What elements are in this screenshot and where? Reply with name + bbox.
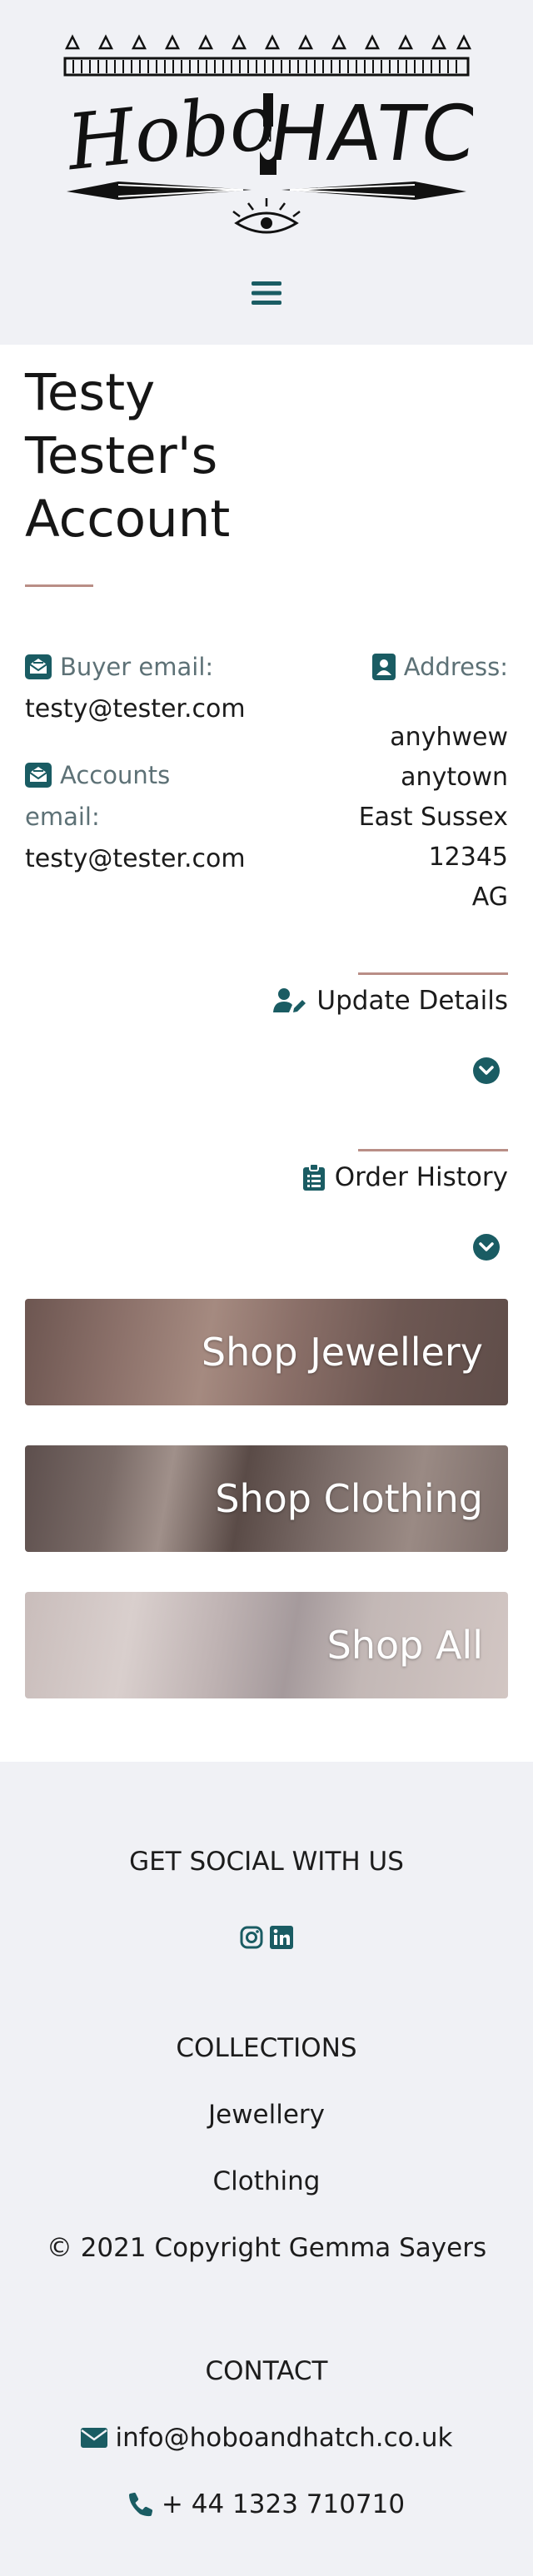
hamburger-icon bbox=[252, 281, 281, 305]
footer-phone-link[interactable]: + 44 1323 710710 bbox=[0, 2489, 533, 2519]
order-history-toggle[interactable]: Order History bbox=[302, 1162, 508, 1192]
update-details-divider bbox=[358, 972, 508, 975]
footer-phone-text: + 44 1323 710710 bbox=[161, 2489, 406, 2519]
social-links bbox=[0, 1925, 533, 1950]
address-label: Address: bbox=[371, 653, 508, 681]
shop-all-link[interactable]: Shop All bbox=[25, 1592, 508, 1698]
address-line: anytown bbox=[401, 763, 508, 792]
footer-clothing-link[interactable]: Clothing bbox=[0, 2166, 533, 2196]
footer-email-text: info@hoboandhatch.co.uk bbox=[115, 2423, 453, 2453]
shop-all-label: Shop All bbox=[326, 1623, 483, 1668]
svg-text:Hobo: Hobo bbox=[62, 77, 280, 188]
account-main: Testy Tester's Account Buyer email: test… bbox=[0, 345, 533, 1762]
accounts-email-label-cont: email: bbox=[25, 803, 100, 831]
shop-jewellery-link[interactable]: Shop Jewellery bbox=[25, 1299, 508, 1405]
contact-heading: CONTACT bbox=[205, 2356, 328, 2386]
shop-clothing-link[interactable]: Shop Clothing bbox=[25, 1445, 508, 1552]
envelope-open-icon bbox=[25, 763, 52, 788]
order-history-expand-button[interactable] bbox=[473, 1234, 500, 1261]
collections-heading: COLLECTIONS bbox=[176, 2033, 357, 2063]
accounts-email-label-text: Accounts bbox=[60, 761, 171, 789]
address-card-icon bbox=[371, 654, 396, 680]
envelope-open-icon bbox=[25, 654, 52, 679]
page-title: Testy Tester's Account bbox=[25, 363, 231, 549]
title-divider bbox=[25, 584, 93, 587]
site-footer: GET SOCIAL WITH US COLLECTIONS Jewellery… bbox=[0, 1762, 533, 2576]
buyer-email-label: Buyer email: bbox=[25, 653, 213, 681]
address-block: anyhwew anytown East Sussex 12345 AG bbox=[359, 718, 508, 918]
address-line: 12345 bbox=[428, 843, 508, 872]
clipboard-list-icon bbox=[302, 1164, 325, 1191]
accounts-email-label: Accounts bbox=[25, 761, 170, 789]
footer-jewellery-link[interactable]: Jewellery bbox=[0, 2100, 533, 2130]
site-header: Hobo N HATCH bbox=[0, 0, 533, 345]
instagram-icon bbox=[240, 1926, 263, 1949]
hobo-and-hatch-logo[interactable]: Hobo N HATCH bbox=[60, 27, 473, 241]
shop-jewellery-label: Shop Jewellery bbox=[201, 1330, 483, 1375]
user-edit-icon bbox=[273, 988, 306, 1012]
social-heading: GET SOCIAL WITH US bbox=[129, 1847, 404, 1877]
menu-toggle-button[interactable] bbox=[245, 273, 288, 313]
envelope-icon bbox=[80, 2428, 107, 2448]
shop-clothing-label: Shop Clothing bbox=[215, 1476, 483, 1521]
svg-text:HATCH: HATCH bbox=[263, 88, 473, 177]
address-label-text: Address: bbox=[403, 653, 508, 681]
buyer-email-label-text: Buyer email: bbox=[60, 653, 214, 681]
chevron-down-icon bbox=[479, 1066, 494, 1075]
linkedin-icon bbox=[270, 1926, 293, 1949]
order-history-divider bbox=[358, 1149, 508, 1151]
linkedin-link[interactable] bbox=[269, 1925, 294, 1950]
copyright-text: © 2021 Copyright Gemma Sayers bbox=[46, 2233, 487, 2263]
update-details-expand-button[interactable] bbox=[473, 1057, 500, 1084]
order-history-label: Order History bbox=[334, 1162, 508, 1192]
buyer-email-value: testy@tester.com bbox=[25, 694, 246, 724]
footer-email-link[interactable]: info@hoboandhatch.co.uk bbox=[0, 2423, 533, 2453]
instagram-link[interactable] bbox=[239, 1925, 264, 1950]
accounts-email-value: testy@tester.com bbox=[25, 844, 246, 873]
chevron-down-icon bbox=[479, 1242, 494, 1251]
phone-icon bbox=[128, 2492, 152, 2517]
update-details-label: Update Details bbox=[316, 986, 508, 1016]
address-line: AG bbox=[471, 883, 508, 912]
address-line: anyhwew bbox=[390, 723, 508, 752]
update-details-toggle[interactable]: Update Details bbox=[273, 986, 508, 1016]
address-line: East Sussex bbox=[358, 803, 508, 832]
